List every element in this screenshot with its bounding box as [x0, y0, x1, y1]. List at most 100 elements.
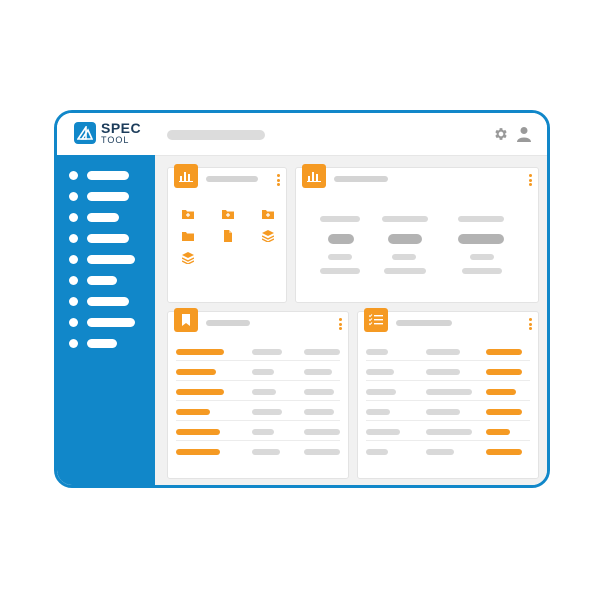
row-6-col-2: [252, 449, 280, 455]
card-title: [334, 176, 388, 182]
sidebar-item-9[interactable]: [69, 339, 149, 349]
sidebar-item-label: [87, 318, 135, 327]
card-title: [396, 320, 452, 326]
bullet-icon: [69, 213, 78, 222]
task-5-name: [366, 429, 400, 435]
row-5-name[interactable]: [176, 429, 220, 435]
row-divider: [176, 360, 340, 361]
sidebar-item-1[interactable]: [69, 171, 149, 181]
task-6-name: [366, 449, 388, 455]
task-2-col-2: [426, 369, 460, 375]
task-1-col-2: [426, 349, 460, 355]
row-1-name[interactable]: [176, 349, 224, 355]
task-5-status[interactable]: [486, 429, 510, 435]
search-bar[interactable]: [167, 130, 265, 140]
more-icon[interactable]: [529, 174, 532, 186]
stat-footer-2: [384, 268, 426, 274]
task-6-col-2: [426, 449, 454, 455]
stat-footer-3: [462, 268, 502, 274]
row-5-col-2: [252, 429, 274, 435]
row-3-name[interactable]: [176, 389, 224, 395]
stat-sub-2: [392, 254, 416, 260]
sidebar-item-8[interactable]: [69, 318, 149, 328]
task-4-name: [366, 409, 390, 415]
task-4-status[interactable]: [486, 409, 522, 415]
sidebar-item-2[interactable]: [69, 192, 149, 202]
sidebar: SPEC TOOL: [57, 113, 155, 485]
sidebar-item-5[interactable]: [69, 255, 149, 265]
row-divider: [176, 380, 340, 381]
bullet-icon: [69, 192, 78, 201]
card-title: [206, 320, 250, 326]
bullet-icon: [69, 318, 78, 327]
bullet-icon: [69, 234, 78, 243]
folder-plus-icon[interactable]: [262, 208, 274, 220]
task-4-col-2: [426, 409, 460, 415]
checklist-card: [357, 308, 539, 479]
row-3-col-2: [252, 389, 276, 395]
bookmark-icon: [174, 308, 198, 332]
stat-label-3: [458, 216, 504, 222]
stat-sub-1: [328, 254, 352, 260]
row-3-col-3: [304, 389, 334, 395]
row-divider: [366, 360, 530, 361]
bar-chart-icon: [174, 164, 198, 188]
stat-label-2: [382, 216, 428, 222]
stat-value-3: [458, 234, 504, 244]
sidebar-item-label: [87, 255, 135, 264]
user-icon[interactable]: [517, 126, 531, 142]
folder-plus-icon[interactable]: [222, 208, 234, 220]
row-1-col-2: [252, 349, 282, 355]
more-icon[interactable]: [339, 318, 342, 330]
folder-plus-icon[interactable]: [182, 208, 194, 220]
main-area: [155, 113, 547, 485]
sidebar-item-7[interactable]: [69, 297, 149, 307]
logo[interactable]: SPEC TOOL: [57, 113, 155, 155]
sidebar-item-4[interactable]: [69, 234, 149, 244]
folder-icon[interactable]: [182, 230, 194, 242]
row-divider: [176, 440, 340, 441]
row-divider: [176, 420, 340, 421]
task-3-col-2: [426, 389, 472, 395]
row-divider: [366, 400, 530, 401]
row-4-col-3: [304, 409, 334, 415]
bullet-icon: [69, 171, 78, 180]
bullet-icon: [69, 297, 78, 306]
task-3-status[interactable]: [486, 389, 516, 395]
layers-icon[interactable]: [262, 230, 274, 242]
stat-value-2: [388, 234, 422, 244]
bookmarks-card: [167, 308, 349, 479]
row-2-name[interactable]: [176, 369, 216, 375]
task-2-name: [366, 369, 394, 375]
sidebar-nav: [57, 155, 155, 485]
layers-icon[interactable]: [182, 252, 194, 264]
file-icon[interactable]: [222, 230, 234, 242]
row-4-col-2: [252, 409, 282, 415]
row-4-name[interactable]: [176, 409, 210, 415]
row-6-name[interactable]: [176, 449, 220, 455]
sidebar-item-label: [87, 171, 129, 180]
sidebar-item-3[interactable]: [69, 213, 149, 223]
sidebar-item-6[interactable]: [69, 276, 149, 286]
task-1-status[interactable]: [486, 349, 522, 355]
sidebar-item-label: [87, 297, 129, 306]
task-6-status[interactable]: [486, 449, 522, 455]
row-2-col-3: [304, 369, 332, 375]
row-divider: [366, 420, 530, 421]
more-icon[interactable]: [529, 318, 532, 330]
checklist-icon: [364, 308, 388, 332]
more-icon[interactable]: [277, 174, 280, 186]
stat-value-1: [328, 234, 354, 244]
task-5-col-2: [426, 429, 472, 435]
row-divider: [366, 440, 530, 441]
files-card: [167, 164, 287, 303]
sidebar-item-label: [87, 234, 129, 243]
sidebar-item-label: [87, 213, 119, 222]
gear-icon[interactable]: [493, 126, 509, 142]
logo-subtext: TOOL: [101, 135, 130, 145]
task-2-status[interactable]: [486, 369, 522, 375]
sidebar-item-label: [87, 276, 117, 285]
spec-tool-logo-icon: [74, 122, 96, 144]
sidebar-item-label: [87, 339, 117, 348]
top-bar: [155, 113, 547, 156]
